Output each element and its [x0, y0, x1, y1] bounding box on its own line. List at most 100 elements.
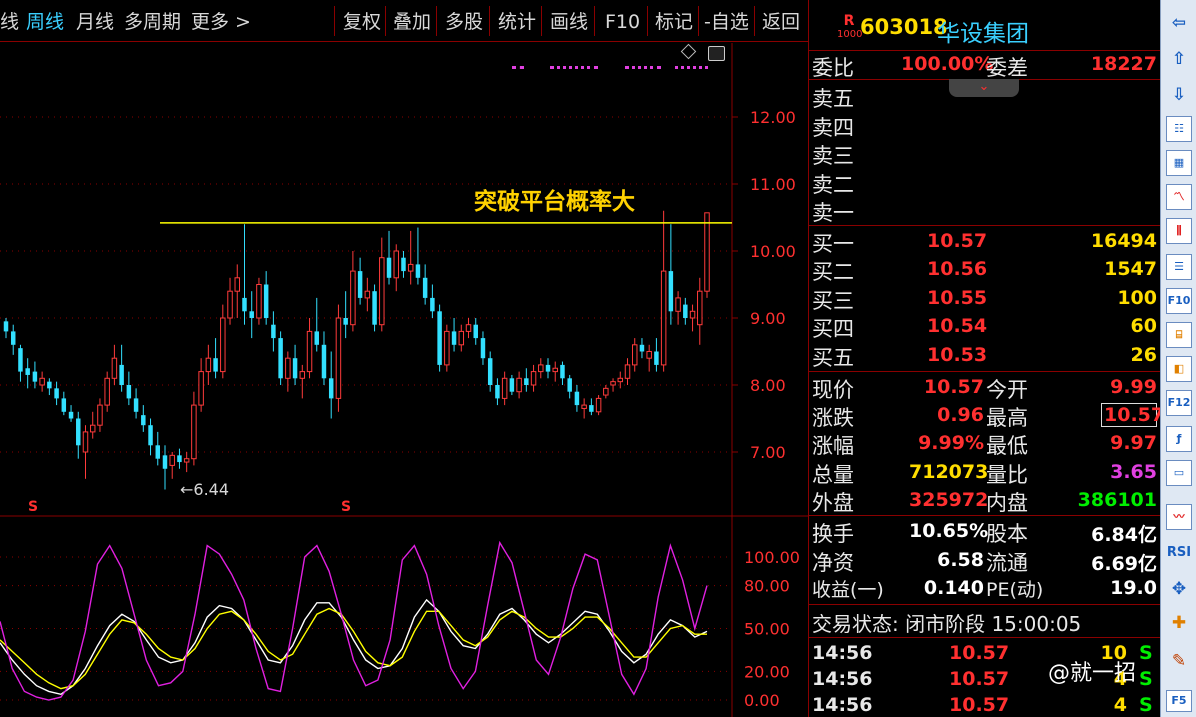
menu-back[interactable]: 返回	[762, 0, 800, 42]
candle-body	[126, 385, 132, 399]
move-icon[interactable]: ✥	[1166, 576, 1192, 602]
menu-multi-period[interactable]: 多周期	[124, 0, 181, 42]
candle-body	[18, 348, 23, 372]
buy-4-volume: 60	[1130, 315, 1157, 337]
side-toolbar: ⇦ ⇧ ⇩ ☷ ▦ 〽 ⫼ ☰ F10 ⌸ ◧ F12 ƒ ▭ 〰 RSI ✥ …	[1160, 0, 1196, 717]
f10-button[interactable]: F10	[1166, 288, 1192, 314]
candle-body	[335, 317, 342, 399]
stat-label: 涨幅	[812, 434, 854, 458]
menu-rights-adjust[interactable]: 复权	[343, 0, 381, 42]
price-axis-label: 8.00	[750, 376, 786, 395]
price-axis-label: 11.00	[750, 175, 796, 194]
menu-remove-watchlist[interactable]: -自选	[704, 0, 749, 42]
candle-body	[401, 257, 406, 272]
low-price-label: ←6.44	[180, 480, 230, 499]
divider	[809, 50, 1161, 51]
rsi-button[interactable]: RSI	[1166, 540, 1192, 566]
tick-volume: 4	[1113, 694, 1127, 716]
menu-separator	[754, 6, 755, 36]
table-icon[interactable]: ▦	[1166, 150, 1192, 176]
arrow-left-icon[interactable]: ⇦	[1166, 10, 1192, 36]
candle-body	[654, 351, 659, 365]
collapse-button[interactable]: ⌄	[949, 79, 1019, 97]
candle-body	[213, 358, 218, 372]
menu-separator	[489, 6, 490, 36]
candle-body	[386, 257, 392, 278]
candle-body	[675, 297, 681, 312]
notes-icon[interactable]: ☷	[1166, 116, 1192, 142]
research-icon[interactable]: ⌸	[1166, 322, 1192, 348]
list-icon[interactable]: ☰	[1166, 254, 1192, 280]
candle-body	[610, 381, 616, 386]
candle-body	[372, 291, 377, 325]
crosshair-icon[interactable]: ✚	[1166, 610, 1192, 636]
weibi-value: 100.00%	[901, 53, 994, 75]
candle-body	[32, 371, 38, 382]
fund-label: 净资	[812, 551, 854, 575]
menu-monthly-line[interactable]: 月线	[76, 0, 114, 42]
menu-draw-line[interactable]: 画线	[550, 0, 588, 42]
candle-body	[3, 321, 9, 332]
candle-body	[501, 377, 508, 399]
f12-button[interactable]: F12	[1166, 390, 1192, 416]
candle-body	[234, 277, 240, 292]
kline-svg[interactable]: 12.00 11.00 10.00 9.00 8.00 7.00 100.00 80.00 50…	[0, 43, 808, 717]
menu-statistics[interactable]: 统计	[498, 0, 536, 42]
menu-mark[interactable]: 标记	[655, 0, 693, 42]
fund-label: 换手	[812, 522, 854, 546]
self-select-icon[interactable]: ◧	[1166, 356, 1192, 382]
candle-body	[560, 364, 565, 379]
menu-daily-line[interactable]: 线	[0, 0, 19, 42]
menu-overlay[interactable]: 叠加	[393, 0, 431, 42]
candle-body	[148, 425, 153, 446]
candle-body	[603, 387, 609, 396]
menu-separator	[594, 6, 595, 36]
pencil-icon[interactable]: ✎	[1166, 648, 1192, 674]
kdj-axis-label: 80.00	[744, 577, 790, 596]
candle-body	[299, 371, 306, 379]
tick-time: 14:56	[812, 642, 873, 664]
candle-body	[263, 284, 269, 318]
menu-more[interactable]: 更多 >	[191, 0, 251, 42]
candle-body	[704, 212, 710, 292]
stat-label: 最高	[986, 406, 1028, 430]
indicator-dots	[512, 66, 712, 70]
arrow-down-icon[interactable]: ⇩	[1166, 82, 1192, 108]
window-icon[interactable]: ▭	[1166, 460, 1192, 486]
buy-1-price: 10.57	[927, 230, 988, 252]
candle-body	[697, 290, 703, 326]
menu-weekly-line[interactable]: 周线	[26, 0, 64, 42]
stat-label: 今开	[986, 378, 1028, 402]
f5-button[interactable]: F5	[1166, 690, 1192, 712]
candle-chart-icon[interactable]: ⫼	[1166, 218, 1192, 244]
current-price: 10.57	[923, 376, 984, 398]
formula-icon[interactable]: ƒ	[1166, 426, 1192, 452]
buy-5-price: 10.53	[927, 344, 988, 366]
s-marker: S	[341, 499, 352, 515]
candle-body	[111, 357, 118, 379]
indicator-icon[interactable]: 〰	[1166, 504, 1192, 530]
kline-chart[interactable]: 12.00 11.00 10.00 9.00 8.00 7.00 100.00 80.00 50…	[0, 43, 808, 717]
fund-label: 流通	[986, 551, 1028, 575]
candle-body	[364, 290, 371, 299]
menu-separator	[541, 6, 542, 36]
line-chart-icon[interactable]: 〽	[1166, 184, 1192, 210]
menu-f10[interactable]: F10	[605, 0, 640, 42]
tick-price: 10.57	[949, 642, 1010, 664]
arrow-up-icon[interactable]: ⇧	[1166, 46, 1192, 72]
stat-label: 总量	[812, 463, 854, 487]
tick-time: 14:56	[812, 668, 873, 690]
candle-body	[631, 344, 638, 366]
stat-label: 现价	[812, 378, 854, 402]
candle-body	[509, 378, 515, 392]
buy-3-volume: 100	[1117, 287, 1157, 309]
tick-price: 10.57	[949, 694, 1010, 716]
candle-body	[465, 324, 472, 332]
menu-multi-stock[interactable]: 多股	[445, 0, 483, 42]
candle-body	[68, 411, 74, 419]
candle-body	[545, 364, 551, 372]
turnover-rate: 10.65%	[909, 520, 989, 542]
window-toggle-icon[interactable]	[708, 46, 725, 61]
candle-body	[104, 377, 110, 406]
kdj-line-d	[0, 607, 707, 690]
